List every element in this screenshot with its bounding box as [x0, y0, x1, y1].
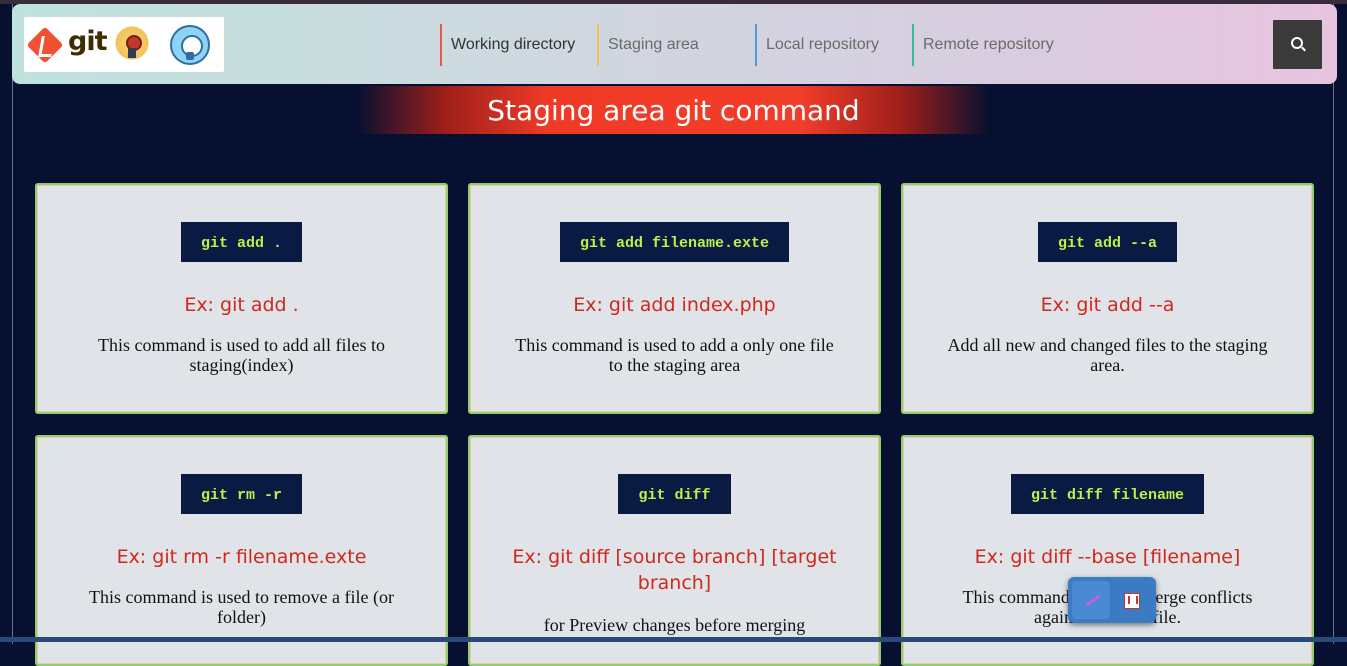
command-card: git diff Ex: git diff [source branch] [t…: [468, 435, 881, 666]
search-icon-handle: [1301, 46, 1306, 52]
bottom-edge: [0, 637, 1347, 642]
search-button[interactable]: [1273, 20, 1322, 69]
git-logo-text: git: [68, 26, 107, 57]
command-label: git add .: [180, 222, 302, 262]
command-example: Ex: git add --a: [1040, 294, 1175, 316]
nav-staging-area[interactable]: Staging area: [597, 24, 747, 66]
quill-pen-icon: [1085, 594, 1101, 607]
command-description: for Preview changes before merging: [543, 615, 806, 635]
floating-toolbar[interactable]: [1068, 577, 1156, 623]
command-description: Add all new and changed files to the sta…: [947, 335, 1268, 375]
command-label: git diff filename: [1010, 474, 1205, 514]
octocat-tail: [186, 52, 194, 60]
command-card: git add filename.exte Ex: git add index.…: [468, 183, 881, 414]
command-label: git add --a: [1037, 222, 1178, 262]
command-card: git add --a Ex: git add --a Add all new …: [901, 183, 1314, 414]
badge-ribbon: [128, 48, 136, 58]
annotate-button[interactable]: [1072, 581, 1110, 619]
pdf-icon[interactable]: [1124, 593, 1140, 609]
command-example: Ex: git rm -r filename.exte: [116, 546, 367, 568]
command-label: git rm -r: [180, 474, 302, 514]
command-example: Ex: git diff [source branch] [target bra…: [512, 546, 837, 594]
award-badge-icon: [112, 25, 152, 65]
command-description: This command is used to add a only one f…: [515, 335, 834, 375]
site-header: git Working directory Staging area Local…: [12, 4, 1337, 84]
command-card: git rm -r Ex: git rm -r filename.exte Th…: [35, 435, 448, 666]
command-description: This command is used to remove a file (o…: [89, 587, 394, 627]
command-label: git diff: [618, 474, 731, 514]
nav-remote-repository[interactable]: Remote repository: [912, 24, 1072, 66]
pdf-icon-mark: [1128, 596, 1138, 604]
github-octocat-icon: [170, 25, 210, 65]
logo-area[interactable]: git: [24, 17, 224, 72]
nav-working-directory[interactable]: Working directory: [440, 24, 588, 66]
section-banner: Staging area git command: [357, 86, 990, 134]
nav-local-repository[interactable]: Local repository: [755, 24, 905, 66]
command-card: git add . Ex: git add . This command is …: [35, 183, 448, 414]
command-card: git diff filename Ex: git diff --base [f…: [901, 435, 1314, 666]
command-description: This command is used to add all files to…: [98, 335, 385, 375]
section-title: Staging area git command: [487, 94, 860, 127]
command-example: Ex: git add .: [184, 294, 299, 316]
command-label: git add filename.exte: [559, 222, 790, 262]
command-example: Ex: git diff --base [filename]: [974, 546, 1241, 568]
command-example: Ex: git add index.php: [573, 294, 776, 316]
